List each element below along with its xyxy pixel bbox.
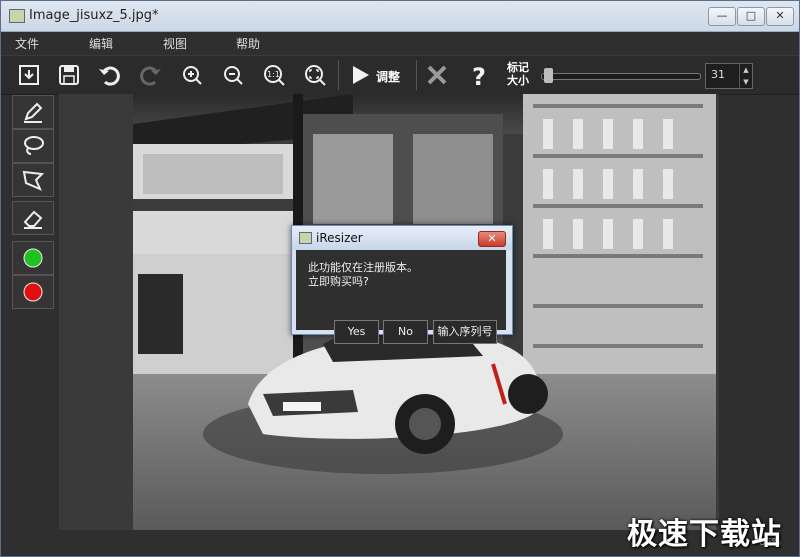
dialog-app-icon [299, 232, 312, 244]
yes-button[interactable]: Yes [334, 320, 379, 344]
lasso-tool-button[interactable] [12, 129, 54, 163]
app-window: Image_jisuxz_5.jpg* — □ ✕ 文件 编辑 视图 帮助 1:… [0, 0, 800, 557]
mark-size-slider[interactable] [541, 73, 701, 80]
red-marker-button[interactable] [12, 275, 54, 309]
dialog-body: 此功能仅在注册版本。 立即购买吗? Yes No 输入序列号 [296, 250, 506, 344]
fit-window-icon [305, 65, 326, 86]
mark-size-value[interactable]: 31 [711, 68, 725, 81]
spin-up-icon[interactable]: ▲ [740, 64, 752, 76]
minimize-button[interactable]: — [708, 7, 736, 26]
polygon-lasso-icon [22, 170, 45, 191]
save-icon [59, 65, 79, 85]
menu-view[interactable]: 视图 [163, 35, 187, 52]
window-title: Image_jisuxz_5.jpg* [29, 8, 159, 23]
polygon-lasso-button[interactable] [12, 163, 54, 197]
zoom-out-button[interactable] [218, 60, 248, 90]
close-x-icon [427, 65, 447, 85]
help-button[interactable]: ? [464, 60, 494, 90]
open-button[interactable] [14, 60, 44, 90]
menu-edit[interactable]: 编辑 [89, 35, 113, 52]
pencil-icon [24, 102, 43, 123]
menu-help[interactable]: 帮助 [236, 35, 260, 52]
toolbar-separator [338, 60, 339, 90]
dialog-message-line2: 立即购买吗? [308, 275, 369, 288]
app-icon [9, 9, 25, 23]
mark-size-slider-thumb[interactable] [543, 68, 553, 83]
red-circle-icon [23, 282, 43, 302]
mark-size-spinbox[interactable]: 31 ▲ ▼ [705, 63, 753, 89]
dialog-close-button[interactable]: ✕ [478, 231, 506, 247]
site-watermark: 极速下载站 [627, 517, 782, 552]
svg-text:1:1: 1:1 [267, 70, 280, 79]
fit-window-button[interactable] [300, 60, 330, 90]
zoom-in-icon [183, 66, 202, 85]
menu-bar: 文件 编辑 视图 帮助 [1, 32, 799, 54]
dialog-title: iResizer [316, 231, 363, 245]
redo-button[interactable] [136, 60, 166, 90]
zoom-in-button[interactable] [177, 60, 207, 90]
actual-size-icon: 1:1 [264, 65, 285, 86]
play-icon [353, 66, 369, 84]
undo-icon [99, 66, 120, 86]
enter-serial-button[interactable]: 输入序列号 [433, 320, 497, 344]
green-marker-button[interactable] [12, 241, 54, 275]
dialog-title-bar: iResizer ✕ [292, 226, 512, 250]
title-bar: Image_jisuxz_5.jpg* — □ ✕ [1, 1, 799, 32]
toolbar-separator [416, 60, 417, 90]
open-icon [19, 65, 39, 85]
adjust-button[interactable] [345, 60, 375, 90]
spin-down-icon[interactable]: ▼ [740, 76, 752, 88]
toolbar: 1:1 调整 ? 标记大小 31 ▲ ▼ [1, 55, 799, 95]
clear-button[interactable] [422, 60, 452, 90]
green-circle-icon [23, 248, 43, 268]
lasso-icon [24, 136, 44, 155]
close-icon[interactable]: ✕ [487, 232, 496, 245]
eraser-tool-button[interactable] [12, 201, 54, 235]
spin-arrows[interactable]: ▲ ▼ [739, 64, 752, 88]
eraser-icon [23, 210, 43, 229]
no-button[interactable]: No [383, 320, 428, 344]
question-icon: ? [472, 63, 486, 87]
save-button[interactable] [54, 60, 84, 90]
marker-tool-button[interactable] [12, 95, 54, 129]
menu-file[interactable]: 文件 [15, 35, 39, 52]
redo-icon [140, 66, 161, 86]
undo-button[interactable] [94, 60, 124, 90]
maximize-button[interactable]: □ [737, 7, 765, 26]
zoom-out-icon [224, 66, 243, 85]
adjust-label[interactable]: 调整 [376, 68, 400, 85]
registration-dialog: iResizer ✕ 此功能仅在注册版本。 立即购买吗? Yes No 输入序列… [291, 225, 513, 344]
actual-size-button[interactable]: 1:1 [259, 60, 289, 90]
svg-text:?: ? [472, 63, 486, 87]
close-button[interactable]: ✕ [766, 7, 794, 26]
mark-size-label: 标记大小 [507, 61, 529, 87]
tool-panel [12, 95, 54, 309]
